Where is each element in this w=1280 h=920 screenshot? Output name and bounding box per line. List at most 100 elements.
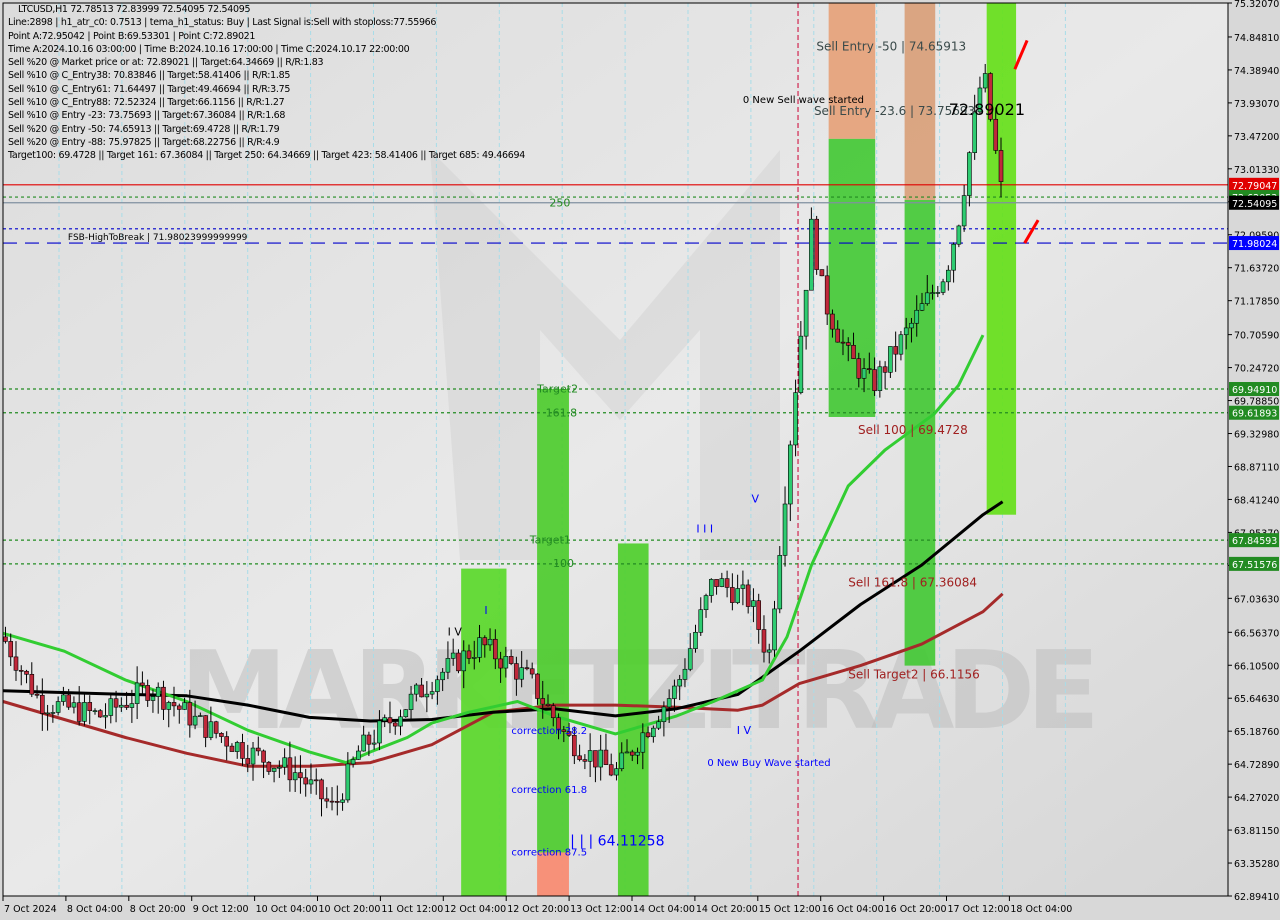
y-tick-label: 63.81150	[1234, 826, 1279, 837]
bear-candle	[466, 650, 472, 659]
y-tick-label: 66.56370	[1234, 628, 1279, 639]
y-tick-label: 73.01330	[1234, 165, 1279, 176]
bull-candle	[250, 747, 256, 765]
chart-annotation: 100	[553, 557, 574, 570]
bear-candle	[287, 757, 293, 781]
bear-candle	[387, 717, 393, 724]
bull-candle	[967, 152, 972, 196]
bear-candle	[745, 584, 751, 607]
x-tick-label: 10 Oct 20:00	[319, 904, 381, 915]
x-tick-label: 14 Oct 20:00	[696, 904, 758, 915]
bull-candle	[277, 766, 282, 769]
bull-candle	[766, 649, 772, 653]
bear-candle	[3, 636, 8, 642]
bull-candle	[614, 768, 619, 776]
bull-candle	[777, 555, 783, 610]
bear-candle	[97, 710, 103, 718]
bull-candle	[440, 671, 445, 681]
bear-candle	[187, 702, 193, 726]
bear-candle	[40, 694, 45, 714]
bull-candle	[129, 703, 135, 708]
bull-candle	[719, 578, 725, 587]
bull-candle	[519, 667, 524, 680]
chart-annotation: FSB-HighToBreak | 71.98023999999999	[68, 233, 248, 243]
bull-candle	[708, 579, 714, 596]
bear-candle	[161, 686, 166, 710]
chart-annotation: I I I	[696, 523, 713, 536]
bear-candle	[171, 702, 177, 707]
bull-candle	[271, 767, 277, 772]
bull-candle	[487, 638, 493, 646]
bull-candle	[740, 584, 746, 589]
bear-candle	[882, 366, 888, 373]
y-tick-label: 67.03630	[1234, 594, 1279, 605]
bear-candle	[856, 358, 862, 379]
bear-candle	[24, 670, 29, 675]
bull-candle	[930, 292, 935, 294]
bull-candle	[772, 608, 777, 651]
bear-candle	[814, 218, 819, 270]
bull-candle	[898, 334, 904, 355]
x-tick-label: 7 Oct 2024	[4, 904, 57, 915]
chart-annotation: 0 New Sell wave started	[743, 95, 864, 106]
bull-candle	[619, 752, 625, 769]
bull-candle	[793, 392, 798, 446]
signal-zone	[904, 3, 936, 200]
bear-candle	[145, 685, 150, 701]
bear-candle	[319, 779, 324, 800]
bear-candle	[577, 755, 582, 760]
bull-candle	[208, 721, 214, 738]
bull-candle	[292, 772, 298, 781]
bear-candle	[335, 801, 340, 803]
bull-candle	[403, 709, 409, 718]
bear-candle	[66, 694, 71, 708]
chart-annotation: Sell 100 | 69.4728	[858, 423, 968, 437]
chart-annotation: correction 61.8	[511, 785, 587, 796]
chart-annotation: Sell 161.8 | 67.36084	[848, 576, 977, 590]
chart-annotation: Target1	[529, 533, 571, 546]
bull-candle	[951, 243, 956, 271]
bear-candle	[240, 742, 245, 759]
bear-candle	[219, 733, 224, 737]
bull-candle	[155, 686, 161, 697]
y-tick-label: 62.89410	[1234, 892, 1279, 903]
y-tick-label: 71.17850	[1234, 297, 1279, 308]
signal-zone	[461, 568, 507, 897]
bull-candle	[666, 698, 672, 708]
bear-candle	[245, 758, 251, 765]
y-tick-label: 69.32980	[1234, 430, 1279, 441]
bull-candle	[414, 684, 419, 695]
bear-candle	[819, 269, 825, 277]
x-tick-label: 8 Oct 04:00	[67, 904, 123, 915]
bull-candle	[134, 682, 140, 704]
info-line: Sell %20 @ Market price or at: 72.89021 …	[8, 57, 324, 69]
chart-annotation: | | | 64.11258	[570, 833, 664, 849]
price-label: 71.98024	[1232, 239, 1277, 250]
bear-candle	[13, 656, 19, 671]
bear-candle	[535, 673, 540, 699]
chart-annotation: I V	[448, 625, 463, 638]
bull-candle	[50, 712, 56, 714]
info-line: Target100: 69.4728 || Target 161: 67.360…	[8, 150, 525, 162]
bull-candle	[350, 759, 356, 765]
bull-candle	[71, 702, 77, 708]
bear-candle	[87, 702, 93, 711]
chart-annotation: correction 38.2	[511, 726, 587, 737]
bull-candle	[119, 704, 124, 708]
bull-candle	[635, 751, 640, 756]
bull-candle	[693, 631, 698, 649]
time-axis[interactable]: 7 Oct 2024 8 Oct 04:00 8 Oct 20:00 9 Oct 12…	[2, 896, 1072, 915]
chart-annotation: 72.89021	[949, 100, 1025, 119]
bear-candle	[508, 656, 514, 664]
bull-candle	[108, 698, 114, 716]
x-tick-label: 12 Oct 20:00	[507, 904, 569, 915]
bear-candle	[824, 275, 830, 315]
bear-candle	[761, 629, 767, 653]
bull-candle	[598, 749, 603, 768]
bull-candle	[356, 750, 361, 760]
bull-candle	[956, 225, 962, 245]
price-axis[interactable]: 75.32070 74.84810 74.38940 73.93070 73.47200…	[1228, 0, 1279, 903]
bear-candle	[329, 800, 335, 803]
x-tick-label: 17 Oct 12:00	[948, 904, 1010, 915]
bull-candle	[661, 706, 667, 723]
